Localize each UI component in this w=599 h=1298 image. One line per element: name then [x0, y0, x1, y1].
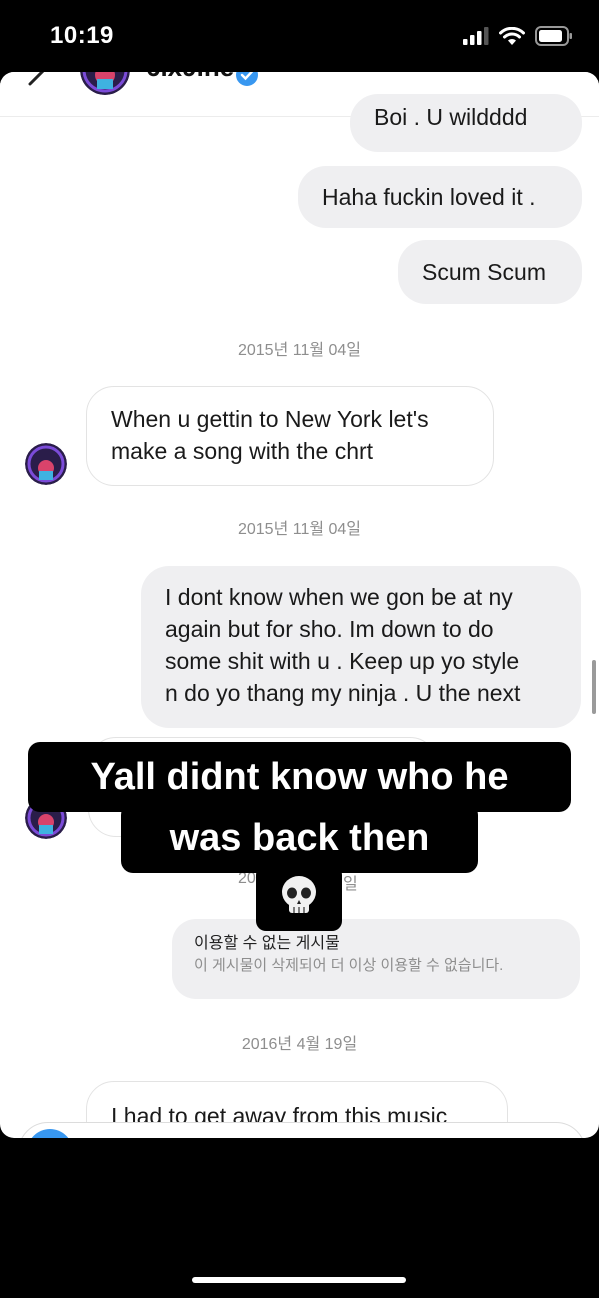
status-icons	[463, 26, 573, 46]
unavailable-post-title: 이용할 수 없는 게시물	[194, 935, 340, 952]
message-text: Scum Scum	[422, 259, 546, 285]
unavailable-post-subtitle: 이 게시물이 삭제되어 더 이상 이용할 수 없습니다.	[194, 957, 504, 974]
home-indicator[interactable]	[192, 1277, 406, 1283]
unavailable-post[interactable]: 이용할 수 없는 게시물 이 게시물이 삭제되어 더 이상 이용할 수 없습니다…	[172, 919, 580, 999]
message-bubble-outgoing[interactable]: Scum Scum	[398, 240, 582, 304]
story-caption-line-2: was back then	[121, 803, 478, 873]
verified-badge-icon	[236, 72, 258, 86]
date-separator: 2015년 11월 04일	[237, 342, 362, 359]
message-bubble-outgoing[interactable]: Boi . U wildddd	[350, 94, 582, 152]
message-text: Haha fuckin loved it .	[322, 184, 536, 210]
camera-button[interactable]	[27, 1129, 73, 1138]
back-chevron-icon[interactable]	[26, 72, 48, 90]
header-avatar[interactable]	[80, 72, 130, 95]
scroll-indicator[interactable]	[592, 660, 596, 714]
message-text: n do yo thang my ninja . U the next	[165, 680, 521, 706]
battery-icon	[535, 26, 572, 46]
message-text: some shit with u . Keep up yo style	[165, 648, 520, 674]
header-username[interactable]: 6ix9ine	[146, 72, 234, 83]
message-text: I dont know when we gon be at ny	[165, 584, 513, 610]
message-bubble-outgoing[interactable]: I dont know when we gon be at ny again b…	[141, 566, 581, 728]
story-caption-line-1: Yall didnt know who he	[28, 742, 571, 812]
status-time: 10:19	[50, 22, 114, 49]
skull-emoji	[282, 876, 316, 913]
message-composer[interactable]	[18, 1122, 586, 1138]
date-separator-partial: 일	[343, 876, 358, 893]
wifi-icon	[499, 26, 525, 45]
message-text: When u gettin to New York let's	[111, 406, 429, 432]
signal-icon	[463, 27, 489, 45]
message-text: again but for sho. Im down to do	[165, 616, 494, 642]
date-separator: 2015년 11월 04일	[237, 521, 362, 538]
dm-screen: 6ix9ine Boi . U wildddd Haha fuckin love…	[0, 72, 599, 1138]
message-text: Boi . U wildddd	[374, 104, 528, 130]
message-bubble-outgoing[interactable]: Haha fuckin loved it .	[298, 166, 582, 228]
sender-avatar[interactable]	[25, 443, 67, 485]
message-text: make a song with the chrt	[111, 438, 374, 464]
status-bar: 10:19	[0, 0, 599, 72]
message-bubble-incoming[interactable]: When u gettin to New York let's make a s…	[86, 386, 494, 486]
skull-emoji-caption	[256, 865, 342, 931]
date-separator: 2016년 4월 19일	[241, 1036, 358, 1053]
